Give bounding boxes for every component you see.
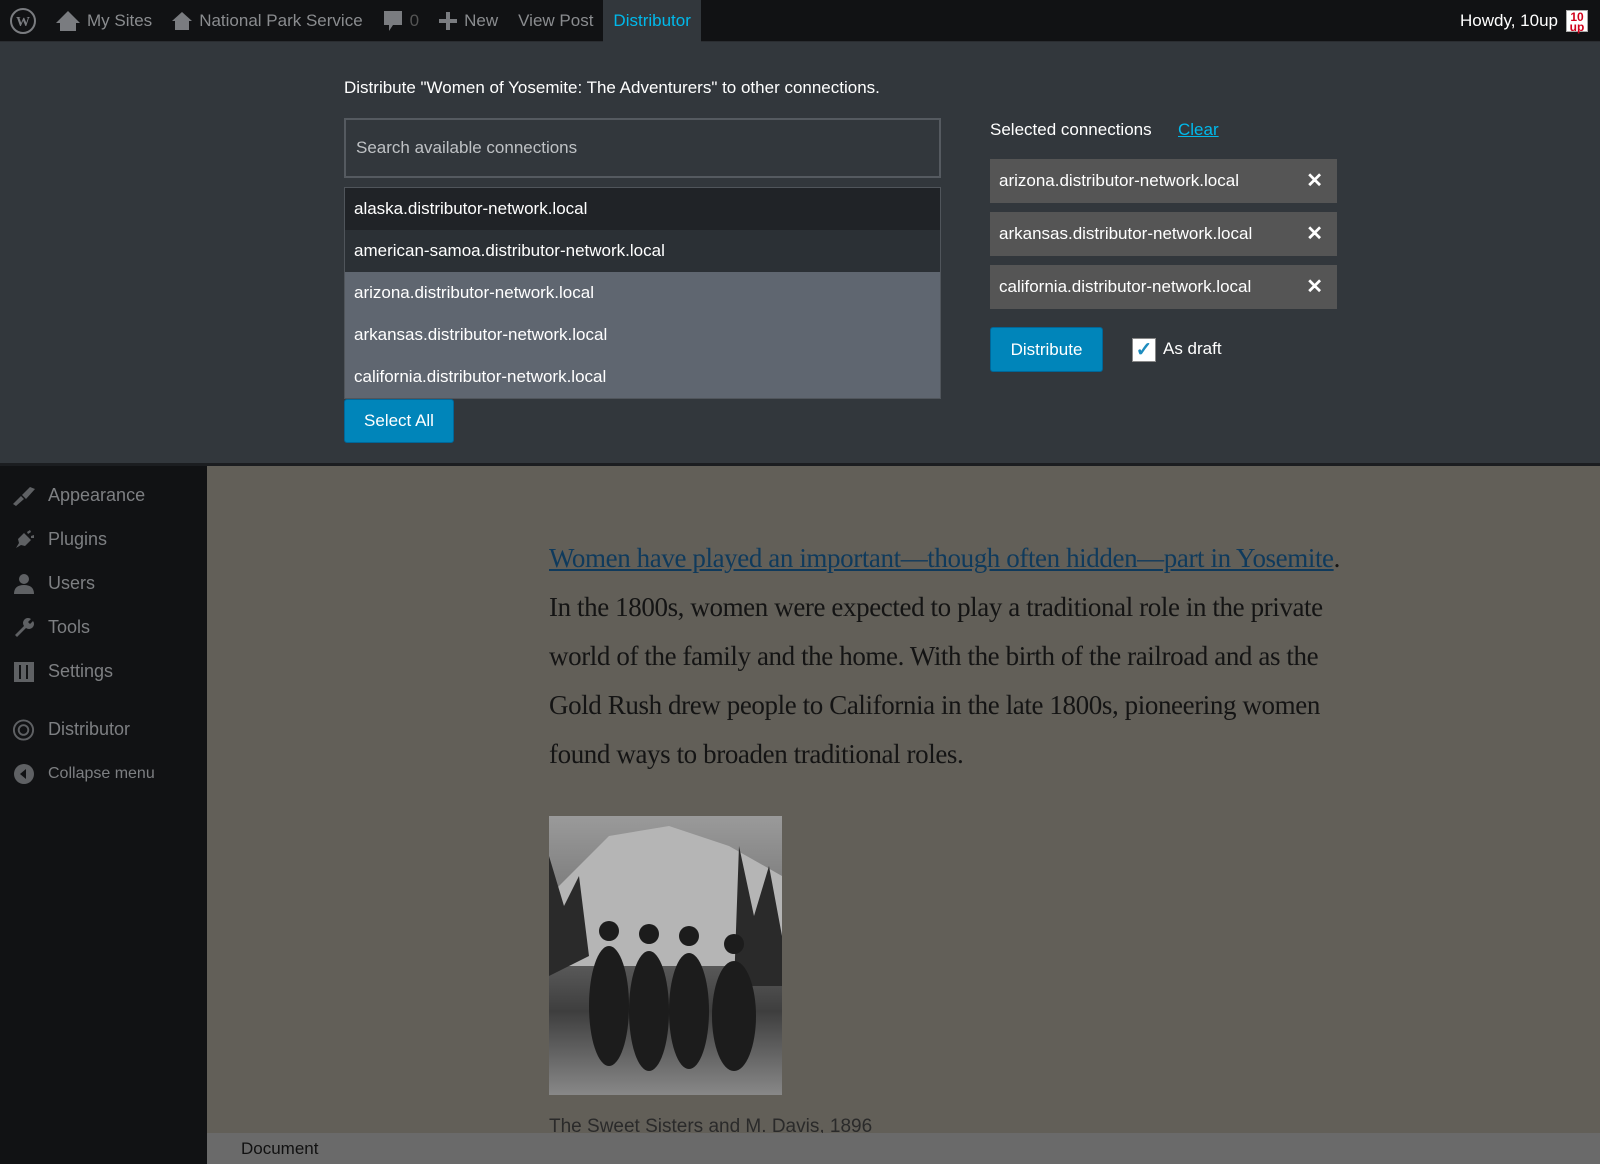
as-draft-label[interactable]: As draft: [1163, 339, 1222, 359]
breadcrumb-document[interactable]: Document: [241, 1139, 318, 1158]
sidebar-item-label: Users: [48, 573, 96, 593]
wordpress-icon: W: [10, 7, 36, 34]
new-content-menu[interactable]: New: [429, 0, 508, 42]
new-label: New: [464, 10, 499, 30]
sidebar-item-label: Settings: [48, 661, 114, 681]
post-paragraph[interactable]: Women have played an important—though of…: [549, 534, 1349, 779]
sidebar-item-settings[interactable]: Settings: [12, 660, 113, 683]
sidebar-item-label: Distributor: [48, 719, 131, 739]
panel-heading: Distribute "Women of Yosemite: The Adven…: [344, 78, 880, 97]
site-name-menu[interactable]: National Park Service: [162, 0, 372, 42]
my-sites-icon: [56, 10, 80, 31]
comment-count: 0: [409, 10, 420, 30]
connection-item[interactable]: california.distributor-network.local: [345, 356, 940, 398]
distributor-icon: [12, 718, 35, 741]
selected-connection-label: california.distributor-network.local: [999, 277, 1252, 296]
home-icon: [172, 11, 193, 30]
selected-connection-label: arkansas.distributor-network.local: [999, 224, 1253, 243]
plus-icon: [439, 11, 458, 30]
selected-connection: california.distributor-network.local ✕: [990, 265, 1337, 309]
distribute-button[interactable]: Distribute: [990, 327, 1103, 372]
view-post-link[interactable]: View Post: [508, 0, 603, 42]
available-connections-list: alaska.distributor-network.local america…: [344, 187, 941, 399]
editor-breadcrumb-bar: Document: [207, 1133, 1600, 1164]
paintbrush-icon: [12, 484, 35, 507]
search-connections-input[interactable]: [344, 118, 941, 178]
sidebar-item-users[interactable]: Users: [12, 572, 95, 595]
checkmark-icon: ✓: [1135, 339, 1153, 361]
comments-menu[interactable]: 0: [373, 0, 429, 42]
post-image[interactable]: [549, 816, 782, 1095]
close-icon[interactable]: ✕: [1306, 212, 1323, 256]
sidebar-item-label: Appearance: [48, 485, 146, 505]
editor-content: Women have played an important—though of…: [207, 466, 1600, 1164]
howdy-label: Howdy, 10up: [1460, 11, 1558, 30]
distributor-menu[interactable]: Distributor: [603, 0, 701, 42]
distributor-label: Distributor: [613, 10, 691, 30]
selected-connections-label: Selected connections: [990, 120, 1152, 139]
close-icon[interactable]: ✕: [1306, 159, 1323, 203]
connection-item[interactable]: alaska.distributor-network.local: [345, 188, 940, 230]
collapse-menu-button[interactable]: Collapse menu: [12, 762, 155, 785]
paragraph-text: . In the 1800s, women were expected to p…: [549, 543, 1340, 769]
sidebar-item-appearance[interactable]: Appearance: [12, 484, 145, 507]
svg-text:W: W: [16, 15, 30, 30]
avatar: 10 up: [1566, 10, 1588, 33]
photo-illustration: [549, 826, 782, 1071]
my-sites-label: My Sites: [87, 10, 153, 30]
wordpress-logo-button[interactable]: W: [0, 0, 46, 42]
wrench-icon: [12, 616, 35, 639]
selected-connection: arizona.distributor-network.local ✕: [990, 159, 1337, 203]
paragraph-link[interactable]: Women have played an important—though of…: [549, 543, 1334, 573]
sidebar-item-label: Plugins: [48, 529, 108, 549]
settings-icon: [12, 660, 35, 683]
connection-item[interactable]: arkansas.distributor-network.local: [345, 314, 940, 356]
my-sites-menu[interactable]: My Sites: [46, 0, 162, 42]
distributor-panel: Distribute "Women of Yosemite: The Adven…: [0, 42, 1600, 466]
sidebar-item-plugins[interactable]: Plugins: [12, 528, 107, 551]
user-icon: [12, 572, 35, 595]
selected-connection-label: arizona.distributor-network.local: [999, 171, 1239, 190]
comment-icon: [383, 10, 402, 31]
sidebar-item-label: Tools: [48, 617, 91, 637]
plugin-icon: [12, 528, 35, 551]
selected-connection: arkansas.distributor-network.local ✕: [990, 212, 1337, 256]
as-draft-checkbox[interactable]: ✓: [1132, 338, 1156, 362]
connection-item[interactable]: arizona.distributor-network.local: [345, 272, 940, 314]
admin-bar: W My Sites National Park Service 0 New V…: [0, 0, 1600, 42]
sidebar-item-tools[interactable]: Tools: [12, 616, 90, 639]
close-icon[interactable]: ✕: [1306, 265, 1323, 309]
sidebar-item-label: Collapse menu: [48, 764, 155, 782]
view-post-label: View Post: [518, 10, 594, 30]
select-all-button[interactable]: Select All: [344, 399, 454, 443]
collapse-icon: [12, 762, 35, 785]
admin-sidebar: Appearance Plugins Users Tools Settings …: [0, 466, 207, 1164]
clear-link[interactable]: Clear: [1178, 120, 1219, 140]
connection-item[interactable]: american-samoa.distributor-network.local: [345, 230, 940, 272]
user-account-menu[interactable]: Howdy, 10up 10 up: [1460, 0, 1588, 42]
site-name-label: National Park Service: [199, 10, 363, 30]
sidebar-item-distributor[interactable]: Distributor: [12, 718, 130, 741]
